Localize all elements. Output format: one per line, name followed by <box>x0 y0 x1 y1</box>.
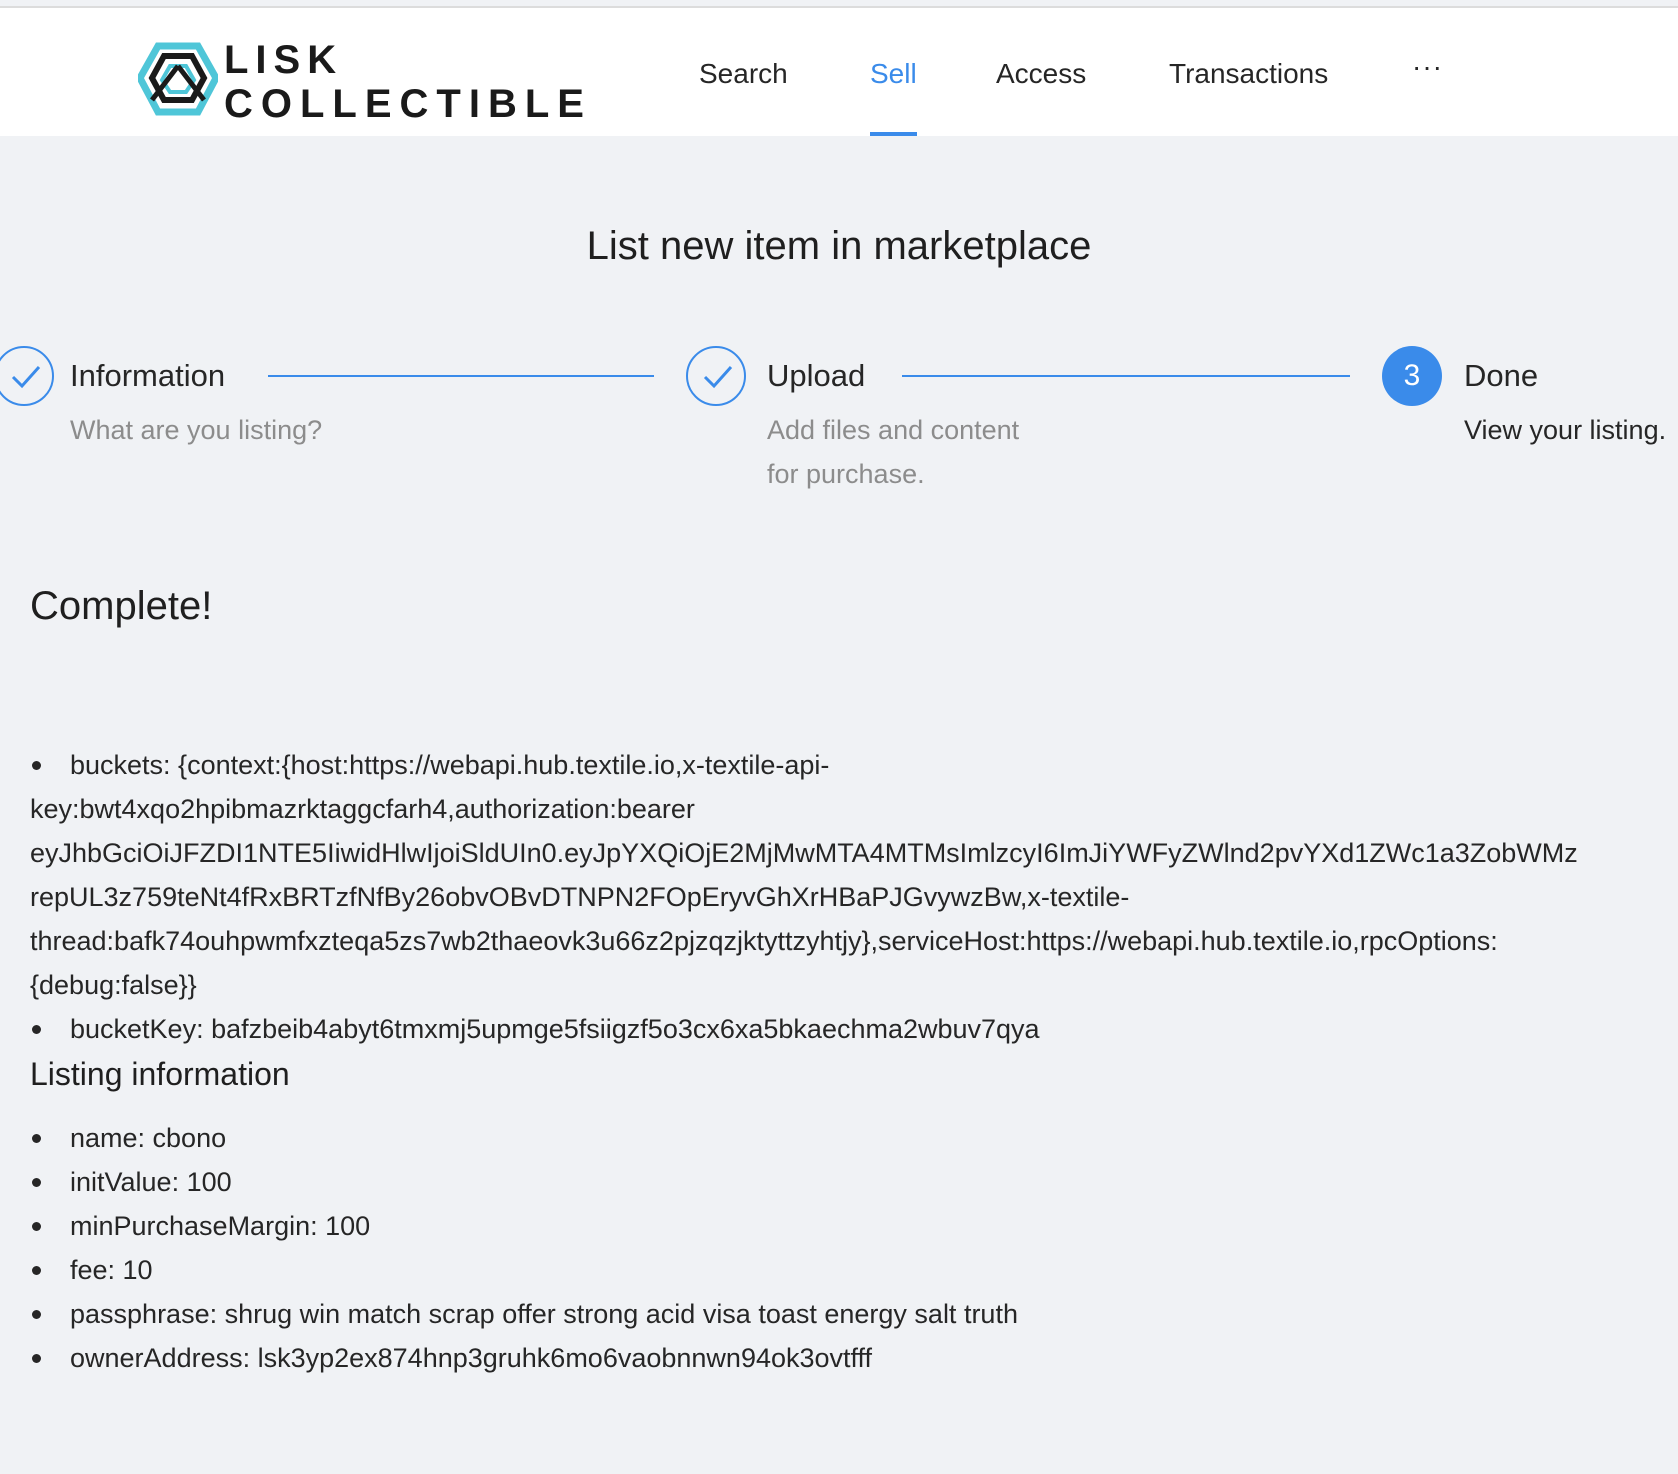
step-1-description: What are you listing? <box>70 415 323 445</box>
list-item-min-purchase-margin: minPurchaseMargin: 100 <box>30 1204 1018 1248</box>
step-2-connector <box>902 375 1350 377</box>
buckets-line-6: {debug:false}} <box>30 970 197 1000</box>
nav-sell[interactable]: Sell <box>870 8 917 136</box>
step-3-number-badge: 3 <box>1382 346 1442 406</box>
buckets-line-5: thread:bafk74ouhpwmfxzteqa5zs7wb2thaeovk… <box>30 926 1498 956</box>
nav-more-icon[interactable]: ··· <box>1412 8 1443 136</box>
complete-heading: Complete! <box>30 584 213 628</box>
logo-text-lisk: LISK <box>224 38 344 82</box>
nav-transactions[interactable]: Transactions <box>1169 8 1328 136</box>
listing-info-list: name: cbono initValue: 100 minPurchaseMa… <box>30 1116 1018 1380</box>
step-1-title: Information <box>70 358 226 393</box>
page-title: List new item in marketplace <box>586 224 1092 268</box>
step-3-title: Done <box>1464 358 1539 393</box>
step-2-title: Upload <box>767 358 866 393</box>
logo-hexagon-icon <box>138 42 218 116</box>
step-2-description-line-1: Add files and content <box>767 415 1020 445</box>
step-2-description-line-2: for purchase. <box>767 459 925 489</box>
lisk-collectible-logo[interactable]: LISK COLLECTIBLE <box>138 36 608 126</box>
step-2-check-icon <box>686 346 746 406</box>
step-1-check-icon <box>0 346 54 406</box>
step-3-description: View your listing. <box>1464 415 1667 445</box>
list-item-name: name: cbono <box>30 1116 1018 1160</box>
list-item-bucket-key: bucketKey: bafzbeib4abyt6tmxmj5upmge5fsi… <box>30 1007 1678 1051</box>
list-item-init-value: initValue: 100 <box>30 1160 1018 1204</box>
listing-information-heading: Listing information <box>30 1056 290 1092</box>
buckets-line-1: buckets: {context:{host:https://webapi.h… <box>70 750 830 780</box>
bucket-info-list: buckets: {context:{host:https://webapi.h… <box>30 743 1678 1051</box>
step-1-connector <box>268 375 654 377</box>
list-item-owner-address: ownerAddress: lsk3yp2ex874hnp3gruhk6mo6v… <box>30 1336 1018 1380</box>
nav-access[interactable]: Access <box>996 8 1086 136</box>
buckets-line-3: eyJhbGciOiJFZDI1NTE5IiwidHlwIjoiSldUIn0.… <box>30 838 1578 868</box>
nav-search[interactable]: Search <box>699 8 788 136</box>
list-item-buckets: buckets: {context:{host:https://webapi.h… <box>30 743 1678 1007</box>
buckets-line-4: repUL3z759teNt4fRxBRTzfNfBy26obvOBvDTNPN… <box>30 882 1130 912</box>
list-item-passphrase: passphrase: shrug win match scrap offer … <box>30 1292 1018 1336</box>
logo-text-collectible: COLLECTIBLE <box>224 82 592 126</box>
list-item-fee: fee: 10 <box>30 1248 1018 1292</box>
buckets-line-2: key:bwt4xqo2hpibmazrktaggcfarh4,authoriz… <box>30 794 695 824</box>
